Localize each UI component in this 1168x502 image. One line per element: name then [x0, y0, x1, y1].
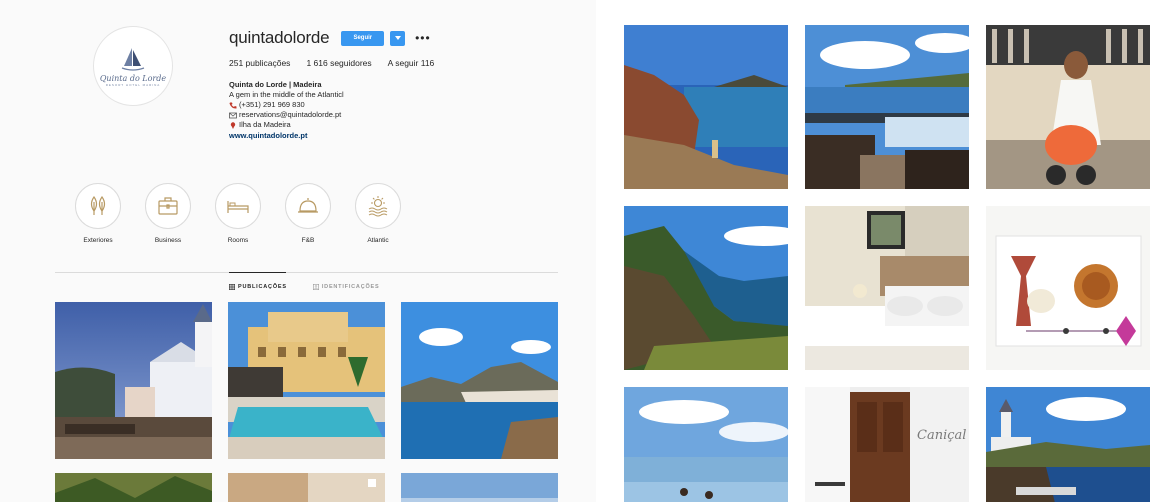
post-thumbnail[interactable] [228, 302, 385, 459]
following-count[interactable]: A seguir 116 [388, 58, 435, 68]
highlight-rooms[interactable]: Rooms [215, 183, 261, 244]
bio-phone: (+351) 291 969 830 [239, 100, 305, 109]
profile-panel: Quinta do Lorde RESORT HOTEL MARINA quin… [0, 0, 596, 502]
bio-website-link[interactable]: www.quintadolorde.pt [229, 131, 344, 141]
highlight-label: Rooms [227, 237, 249, 244]
post-thumbnail[interactable] [228, 473, 385, 502]
sailboat-logo-icon [121, 47, 145, 71]
profile-stats: 251 publicações 1 616 seguidores A segui… [229, 58, 434, 68]
briefcase-icon [158, 197, 178, 215]
logo-text: Quinta do Lorde [99, 73, 167, 83]
photo-image [624, 206, 788, 370]
post-thumbnail[interactable] [55, 302, 212, 459]
follow-button[interactable]: Seguir [341, 30, 385, 46]
tag-user-icon [312, 284, 319, 290]
photo-tile[interactable] [986, 387, 1150, 502]
tab-label: PUBLICAÇÕES [238, 284, 287, 290]
caret-down-icon [394, 36, 401, 40]
posts-count[interactable]: 251 publicações [229, 58, 290, 68]
photo-image [805, 25, 969, 189]
username: quintadolorde [229, 28, 330, 47]
photo-tile[interactable] [624, 387, 788, 502]
phone-icon [229, 102, 237, 109]
post-image [401, 473, 558, 502]
cloche-icon [298, 198, 318, 213]
envelope-icon [229, 112, 237, 118]
photo-grid-panel: Caniçal [596, 0, 1168, 502]
bio-name: Quinta do Lorde | Madeira [229, 80, 322, 89]
profile-bio: Quinta do Lorde | Madeira A gem in the m… [229, 80, 344, 141]
profile-tabs: PUBLICAÇÕES IDENTIFICAÇÕES [229, 284, 380, 290]
photo-tile[interactable] [986, 206, 1150, 370]
photo-image [986, 387, 1150, 502]
tab-publicacoes[interactable]: PUBLICAÇÕES [229, 284, 287, 290]
follow-dropdown-button[interactable] [390, 30, 406, 46]
highlight-fnb[interactable]: F&B [285, 183, 331, 244]
post-image [228, 473, 385, 502]
profile-avatar[interactable]: Quinta do Lorde RESORT HOTEL MARINA [93, 26, 173, 106]
photo-image [624, 25, 788, 189]
post-image [55, 473, 212, 502]
active-tab-indicator [229, 272, 286, 273]
bio-email-row: reservations@quintadolorde.pt [229, 110, 344, 120]
highlight-circle [145, 183, 191, 229]
post-image [401, 302, 558, 459]
highlight-business[interactable]: Business [145, 183, 191, 244]
photo-image [986, 206, 1150, 370]
trees-icon [90, 195, 106, 215]
highlight-label: F&B [301, 237, 315, 244]
sun-waves-icon [368, 196, 388, 217]
more-options-button[interactable]: ••• [415, 32, 431, 44]
photo-grid: Caniçal [624, 25, 1150, 502]
highlight-circle [355, 183, 401, 229]
highlight-circle [215, 183, 261, 229]
highlight-label: Exteriores [83, 237, 113, 244]
photo-image [624, 387, 788, 502]
photo-image [986, 25, 1150, 189]
post-thumbnail[interactable] [55, 473, 212, 502]
highlight-label: Business [154, 237, 182, 244]
bio-tagline: A gem in the middle of the Atlanticl [229, 90, 344, 99]
highlight-circle [285, 183, 331, 229]
tab-identificacoes[interactable]: IDENTIFICAÇÕES [312, 284, 380, 290]
post-thumbnail[interactable] [401, 302, 558, 459]
svg-text:Caniçal: Caniçal [917, 428, 966, 443]
logo-subtitle: RESORT HOTEL MARINA [105, 82, 161, 87]
highlight-circle [75, 183, 121, 229]
bio-email: reservations@quintadolorde.pt [239, 110, 342, 119]
highlight-exteriores[interactable]: Exteriores [75, 183, 121, 244]
username-row: quintadolorde Seguir ••• [229, 28, 431, 48]
photo-tile[interactable]: Caniçal [805, 387, 969, 502]
post-image [55, 302, 212, 459]
photo-image [805, 206, 969, 370]
tabs-divider [55, 272, 558, 273]
photo-image: Caniçal [805, 387, 969, 502]
story-highlights: Exteriores Business Rooms F&B Atlantic [75, 183, 401, 244]
photo-tile[interactable] [624, 206, 788, 370]
highlight-label: Atlantic [367, 237, 389, 244]
grid-icon [229, 284, 235, 290]
post-thumbnail[interactable] [401, 473, 558, 502]
photo-tile[interactable] [805, 25, 969, 189]
location-pin-icon [230, 121, 236, 129]
bio-location-row: Ilha da Madeira [229, 120, 344, 130]
followers-count[interactable]: 1 616 seguidores [306, 58, 371, 68]
bed-icon [227, 201, 249, 213]
photo-tile[interactable] [624, 25, 788, 189]
tab-label: IDENTIFICAÇÕES [321, 284, 380, 290]
photo-tile[interactable] [986, 25, 1150, 189]
bio-location: Ilha da Madeira [239, 120, 291, 129]
post-image [228, 302, 385, 459]
bio-phone-row: (+351) 291 969 830 [229, 100, 344, 110]
post-grid [55, 302, 558, 502]
highlight-atlantic[interactable]: Atlantic [355, 183, 401, 244]
photo-tile[interactable] [805, 206, 969, 370]
